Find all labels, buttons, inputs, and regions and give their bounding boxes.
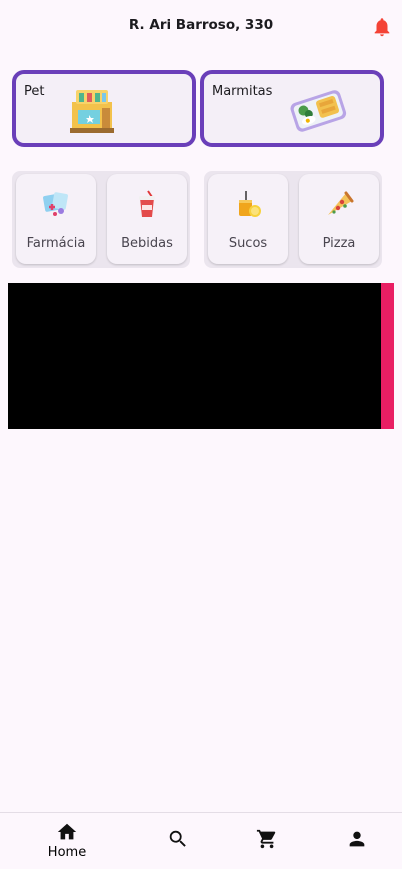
category-card-sucos[interactable]: Sucos	[208, 174, 288, 264]
person-icon	[349, 831, 365, 847]
nav-home[interactable]: Home	[40, 813, 94, 869]
pizza-label: Pizza	[322, 236, 356, 251]
nav-home-label: Home	[47, 845, 87, 860]
juice-icon	[239, 191, 261, 217]
nav-search[interactable]	[165, 813, 191, 869]
pizza-icon	[328, 191, 354, 215]
marmitas-label: Marmitas	[212, 84, 273, 99]
category-card-pet[interactable]: Pet	[12, 70, 196, 147]
bottom-navigation: Home	[0, 812, 402, 869]
pharmacy-icon	[43, 192, 68, 216]
pet-label: Pet	[24, 84, 45, 99]
category-card-pizza[interactable]: Pizza	[299, 174, 379, 264]
bebidas-label: Bebidas	[121, 236, 173, 251]
promo-banner[interactable]	[8, 283, 394, 429]
nav-cart[interactable]	[254, 813, 280, 869]
bell-icon[interactable]	[371, 16, 393, 38]
address-label[interactable]: R. Ari Barroso, 330	[0, 17, 402, 33]
category-card-bebidas[interactable]: Bebidas	[107, 174, 187, 264]
category-card-farmacia[interactable]: Farmácia	[16, 174, 96, 264]
app-header: R. Ari Barroso, 330	[0, 0, 402, 56]
pet-shop-icon	[70, 90, 114, 133]
home-icon	[57, 823, 77, 840]
nav-profile[interactable]	[344, 813, 370, 869]
cart-icon	[256, 829, 276, 849]
sucos-label: Sucos	[228, 236, 268, 251]
lunchbox-icon	[290, 90, 347, 132]
soda-cup-icon	[139, 190, 155, 217]
category-card-marmitas[interactable]: Marmitas	[200, 70, 384, 147]
farmacia-label: Farmácia	[26, 236, 86, 251]
search-icon	[169, 830, 186, 847]
banner-next-slide[interactable]	[381, 283, 394, 429]
